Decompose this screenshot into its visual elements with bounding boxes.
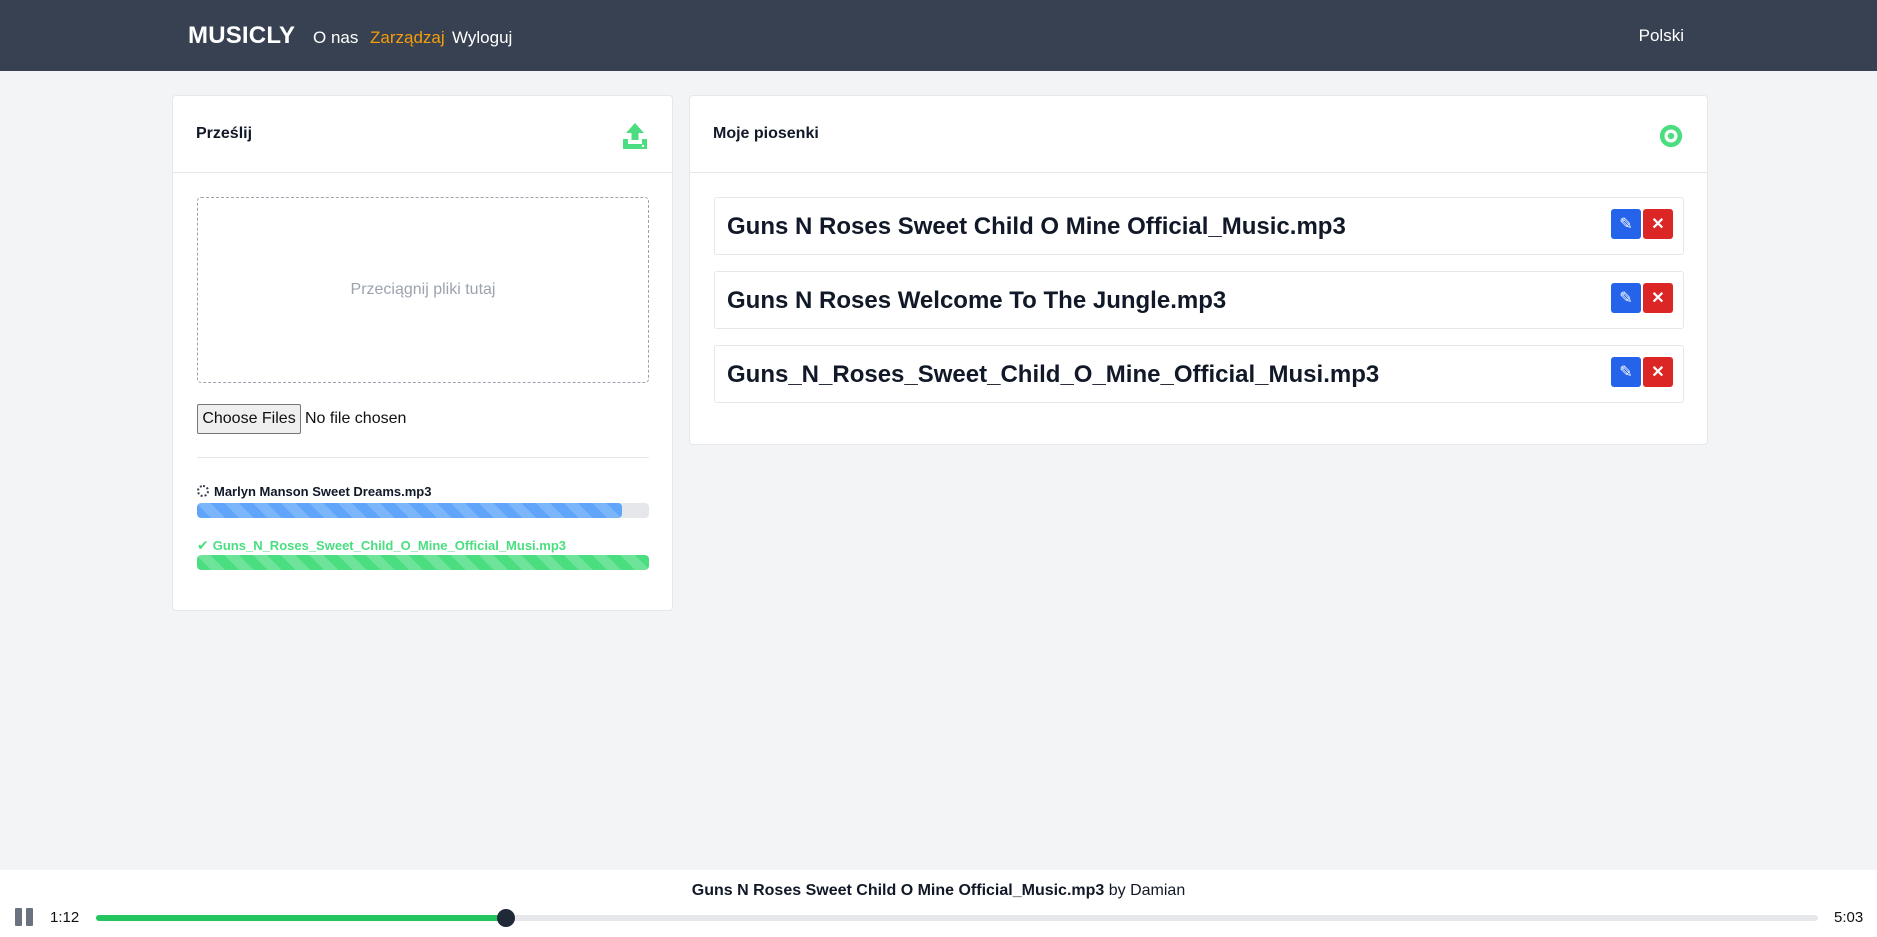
seek-fill [96,915,506,921]
check-icon: ✔ [197,537,209,553]
song-row[interactable]: Guns_N_Roses_Sweet_Child_O_Mine_Official… [714,345,1684,403]
seek-bar[interactable] [96,909,1818,927]
nav-link-logout[interactable]: Wyloguj [452,28,512,48]
pencil-icon: ✎ [1619,290,1633,307]
file-dropzone[interactable]: Przeciągnij pliki tutaj [197,197,649,383]
now-playing-artist: by Damian [1108,882,1186,899]
upload-progress-bar [197,503,649,518]
pencil-icon: ✎ [1619,216,1633,233]
close-icon: ✕ [1651,216,1665,233]
song-title[interactable]: Guns N Roses Welcome To The Jungle.mp3 [727,287,1226,315]
nav-link-manage[interactable]: Zarządzaj [370,28,445,48]
brand-logo[interactable]: MUSICLY [188,22,295,50]
close-icon: ✕ [1651,364,1665,381]
delete-button[interactable]: ✕ [1643,283,1673,313]
seek-thumb[interactable] [496,909,515,927]
song-title[interactable]: Guns_N_Roses_Sweet_Child_O_Mine_Official… [727,361,1379,389]
song-title[interactable]: Guns N Roses Sweet Child O Mine Official… [727,213,1346,241]
upload-item-name: ✔ Guns_N_Roses_Sweet_Child_O_Mine_Officia… [197,537,567,553]
choose-files-button[interactable]: Choose Files [197,404,301,434]
song-row[interactable]: Guns N Roses Sweet Child O Mine Official… [714,197,1684,255]
upload-progress-bar [197,555,649,570]
upload-progress-fill [197,503,622,518]
divider [197,457,649,458]
now-playing: Guns N Roses Sweet Child O Mine Official… [0,882,1877,900]
upload-card-title: Prześlij [196,125,253,142]
song-row[interactable]: Guns N Roses Welcome To The Jungle.mp3 ✎… [714,271,1684,329]
songs-card-title: Moje piosenki [713,125,819,142]
songs-card-header: Moje piosenki [690,96,1707,173]
disc-icon [1659,124,1683,148]
total-time: 5:03 [1834,909,1864,926]
pause-icon [15,908,22,926]
upload-item-name: Marlyn Manson Sweet Dreams.mp3 [197,484,431,499]
pencil-icon: ✎ [1619,364,1633,381]
spinner-icon [197,485,209,497]
delete-button[interactable]: ✕ [1643,357,1673,387]
edit-button[interactable]: ✎ [1611,283,1641,313]
file-status: No file chosen [305,410,407,427]
current-time: 1:12 [50,909,80,926]
dropzone-label: Przeciągnij pliki tutaj [350,281,496,298]
nav-link-about[interactable]: O nas [313,28,358,48]
now-playing-title: Guns N Roses Sweet Child O Mine Official… [691,882,1105,899]
upload-card: Prześlij Przeciągnij pliki tutaj Choose … [172,95,673,611]
language-selector[interactable]: Polski [1639,26,1684,46]
close-icon: ✕ [1651,290,1665,307]
navbar: MUSICLY O nas Zarządzaj Wyloguj Polski [0,0,1877,71]
upload-card-header: Prześlij [173,96,672,173]
edit-button[interactable]: ✎ [1611,209,1641,239]
upload-progress-fill [197,555,649,570]
delete-button[interactable]: ✕ [1643,209,1673,239]
songs-card: Moje piosenki Guns N Roses Sweet Child O… [689,95,1708,445]
upload-icon [623,123,647,149]
audio-player: Guns N Roses Sweet Child O Mine Official… [0,870,1877,937]
edit-button[interactable]: ✎ [1611,357,1641,387]
pause-button[interactable] [15,908,35,928]
